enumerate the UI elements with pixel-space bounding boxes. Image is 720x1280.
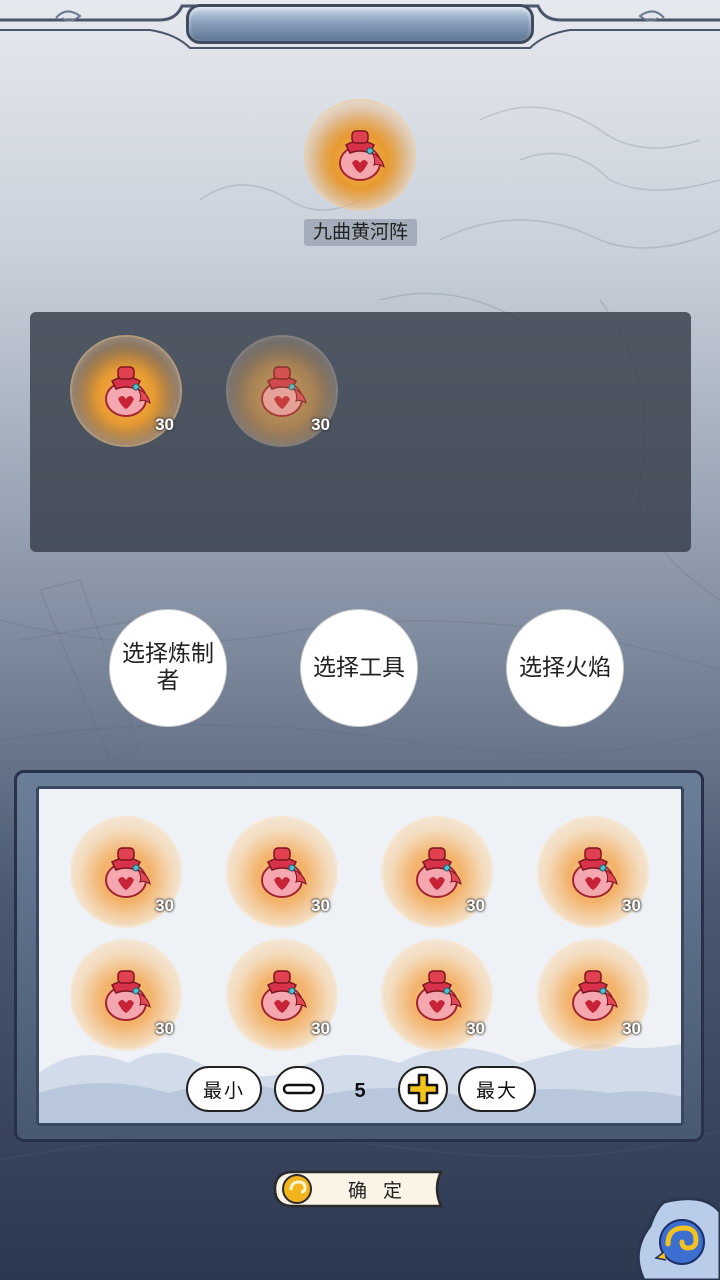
item-count: 30	[311, 1019, 330, 1038]
item-count: 30	[155, 415, 174, 434]
red-pouch-icon	[254, 963, 310, 1023]
inventory-item[interactable]: 30	[539, 818, 647, 926]
item-count: 30	[155, 896, 174, 915]
red-pouch-icon	[98, 359, 154, 419]
select-flame-button[interactable]: 选择火焰	[506, 609, 624, 727]
title-slot	[186, 4, 534, 44]
formation-name: 九曲黄河阵	[304, 219, 417, 246]
inventory-item[interactable]: 30	[383, 818, 491, 926]
inventory-item[interactable]: 30	[228, 941, 336, 1049]
red-pouch-icon	[254, 359, 310, 419]
red-pouch-icon	[565, 840, 621, 900]
confirm-label: 确定	[347, 1180, 418, 1202]
min-button[interactable]: 最小	[186, 1066, 262, 1112]
item-count: 30	[155, 1019, 174, 1038]
red-pouch-icon	[98, 840, 154, 900]
item-count: 30	[466, 896, 485, 915]
swirl-back-icon[interactable]	[634, 1192, 720, 1280]
red-pouch-icon	[254, 840, 310, 900]
item-count: 30	[311, 896, 330, 915]
quantity-value: 5	[354, 1080, 366, 1102]
plus-icon	[407, 1073, 439, 1105]
inventory-item[interactable]: 30	[539, 941, 647, 1049]
select-refiner-button[interactable]: 选择炼制者	[109, 609, 227, 727]
increase-button[interactable]	[398, 1066, 448, 1112]
item-count: 30	[466, 1019, 485, 1038]
inventory-item[interactable]: 30	[228, 818, 336, 926]
red-pouch-icon	[409, 963, 465, 1023]
inventory-item[interactable]: 30	[72, 818, 180, 926]
red-pouch-icon	[98, 963, 154, 1023]
red-pouch-icon	[332, 123, 388, 183]
item-count: 30	[622, 896, 641, 915]
selected-slot[interactable]: 30	[228, 337, 336, 445]
formation-orb[interactable]	[306, 101, 414, 209]
decrease-button[interactable]	[274, 1066, 324, 1112]
item-count: 30	[622, 1019, 641, 1038]
confirm-button[interactable]: 确定	[273, 1168, 445, 1210]
minus-icon	[282, 1083, 316, 1095]
red-pouch-icon	[565, 963, 621, 1023]
inventory-item[interactable]: 30	[383, 941, 491, 1049]
red-pouch-icon	[409, 840, 465, 900]
max-button[interactable]: 最大	[458, 1066, 536, 1112]
select-tool-button[interactable]: 选择工具	[300, 609, 418, 727]
item-count: 30	[311, 415, 330, 434]
selected-slot[interactable]: 30	[72, 337, 180, 445]
inventory-item[interactable]: 30	[72, 941, 180, 1049]
